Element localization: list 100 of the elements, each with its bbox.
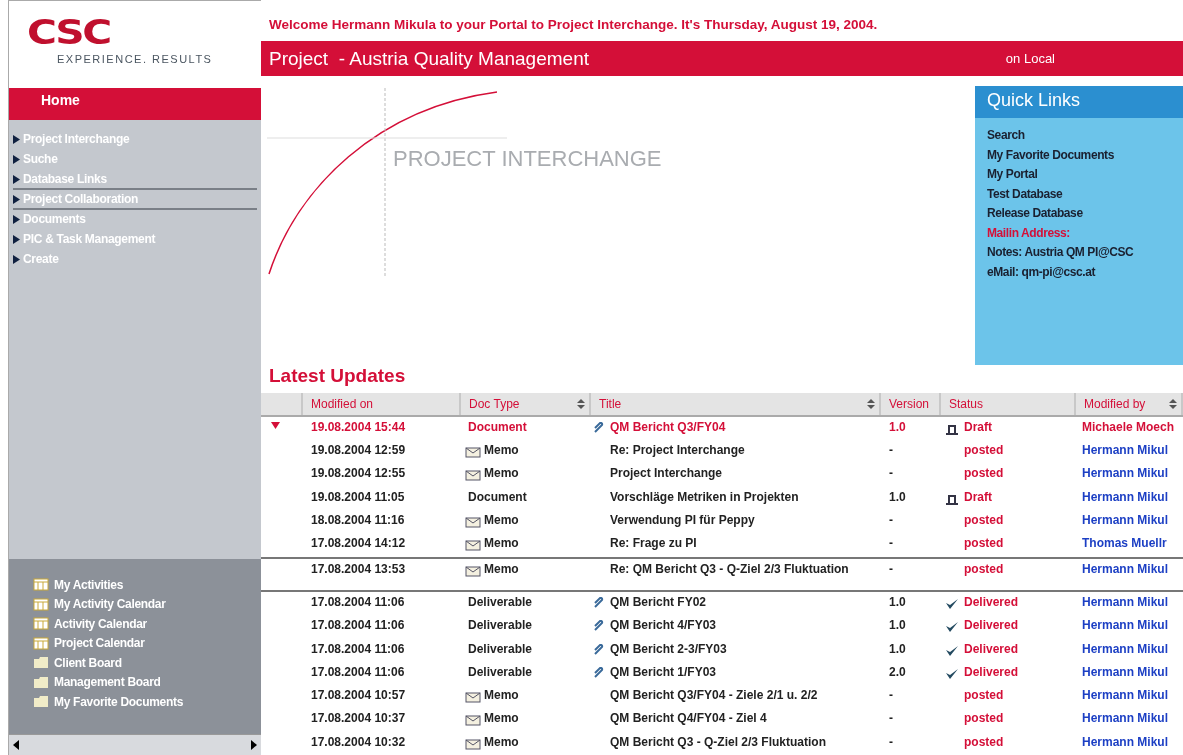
table-cell-text: 19.08.2004 12:55: [311, 465, 406, 483]
table-cell-text: Deliverable: [468, 640, 533, 658]
author-link[interactable]: Michaele Moech: [1082, 416, 1175, 437]
status-text: Draft: [964, 488, 992, 506]
table-row[interactable]: 19.08.2004 15:44 Document QM Bericht Q3/FY04 1.0 Draft Michaele Moech: [261, 416, 1183, 441]
welcome-message: Welcome Hermann Mikula to your Portal to Project Interchange. It's Thursday, August 19, 2004.: [268, 16, 879, 34]
status-text: Draft: [964, 418, 992, 436]
table-cell-text: 2.0: [889, 663, 906, 681]
table-row[interactable]: 17.08.2004 14:12 Memo Re: Frage zu PI - posted Thomas Muellr: [261, 533, 1183, 557]
document-link[interactable]: Re: Frage zu PI: [610, 533, 697, 554]
column-header[interactable]: Title: [591, 393, 881, 415]
document-link[interactable]: QM Bericht Q4/FY04 - Ziel 4: [610, 708, 767, 729]
calendar-icon: [33, 636, 49, 650]
author-link[interactable]: Hermann Mikul: [1082, 615, 1168, 636]
table-row[interactable]: 19.08.2004 12:55 Memo Project Interchange - posted Hermann Mikul: [261, 463, 1183, 487]
section-title: Latest Updates: [268, 365, 407, 389]
status-text: posted: [964, 733, 1004, 751]
table-row[interactable]: 17.08.2004 10:37 Memo QM Bericht Q4/FY04 - Ziel 4 - posted Hermann Mikul: [261, 708, 1183, 732]
envelope-icon: [465, 738, 481, 750]
table-row[interactable]: 17.08.2004 11:06 Deliverable QM Bericht 2-3/FY03 1.0 Delivered Hermann Mikul: [261, 638, 1183, 662]
document-link[interactable]: QM Bericht FY02: [610, 591, 707, 612]
paperclip-icon: [593, 620, 605, 633]
quick-link[interactable]: Test Database: [987, 184, 1171, 205]
sort-icon[interactable]: [577, 399, 585, 410]
author-link[interactable]: Hermann Mikul: [1082, 486, 1168, 507]
document-link[interactable]: Verwendung PI für Peppy: [610, 510, 755, 531]
quick-link[interactable]: My Favorite Documents: [987, 145, 1171, 166]
envelope-icon: [465, 715, 481, 727]
scroll-left-icon[interactable]: [13, 740, 19, 750]
table-cell-text: Memo: [484, 442, 519, 460]
quick-link[interactable]: My Portal: [987, 165, 1171, 185]
sort-icon[interactable]: [1169, 399, 1177, 410]
quick-links-title: Quick Links: [975, 86, 1183, 119]
table-row[interactable]: 17.08.2004 11:06 Deliverable QM Bericht 4/FY03 1.0 Delivered Hermann Mikul: [261, 615, 1183, 639]
table-cell-text: 1.0: [889, 418, 906, 436]
document-link[interactable]: Re: Project Interchange: [610, 440, 745, 461]
table-cell-text: -: [889, 687, 893, 705]
author-link[interactable]: Hermann Mikul: [1082, 708, 1168, 729]
author-link[interactable]: Thomas Muellr: [1082, 533, 1167, 554]
column-header[interactable]: Modified by: [1076, 393, 1183, 415]
document-link[interactable]: QM Bericht 4/FY03: [610, 615, 717, 636]
author-link[interactable]: Hermann Mikul: [1082, 638, 1168, 659]
table-cell-text: Document: [468, 488, 527, 506]
status-text: Delivered: [964, 617, 1019, 635]
selected-row[interactable]: 17.08.2004 13:53 Memo Re: QM Bericht Q3 - Q-Ziel 2/3 Fluktuation - posted Hermann Mikul: [261, 556, 1183, 592]
checkmark-icon: [945, 621, 959, 634]
paperclip-icon: [593, 666, 605, 679]
author-link[interactable]: Hermann Mikul: [1082, 440, 1168, 461]
folder-icon: [33, 695, 49, 709]
document-link[interactable]: QM Bericht 1/FY03: [610, 661, 717, 682]
table-cell-text: -: [889, 710, 893, 728]
document-link[interactable]: QM Bericht Q3/FY04 - Ziele 2/1 u. 2/2: [610, 685, 818, 706]
document-link[interactable]: QM Bericht 2-3/FY03: [610, 638, 727, 659]
document-link[interactable]: QM Bericht Q3 - Q-Ziel 2/3 Fluktuation: [610, 731, 827, 752]
envelope-icon: [465, 565, 481, 577]
author-link[interactable]: Hermann Mikul: [1082, 731, 1168, 752]
contact-text: eMail: qm-pi@csc.at: [987, 263, 1097, 281]
folder-icon: [33, 656, 49, 670]
author-link[interactable]: Hermann Mikul: [1082, 510, 1168, 531]
column-header[interactable]: Doc Type: [461, 393, 591, 415]
checkmark-icon: [945, 667, 959, 680]
document-link[interactable]: QM Bericht Q3/FY04: [610, 416, 726, 437]
table-cell-text: -: [889, 535, 893, 553]
author-link[interactable]: Hermann Mikul: [1082, 591, 1168, 612]
column-header[interactable]: Modified on: [303, 393, 461, 415]
table-row[interactable]: 19.08.2004 12:59 Memo Re: Project Interchange - posted Hermann Mikul: [261, 440, 1183, 464]
document-link[interactable]: Re: QM Bericht Q3 - Q-Ziel 2/3 Fluktuation: [610, 558, 849, 579]
envelope-icon: [465, 470, 481, 482]
table-cell-text: Memo: [484, 465, 519, 483]
table-row[interactable]: 19.08.2004 11:05 Document Vorschläge Metriken in Projekten 1.0 Draft Hermann Mikul: [261, 486, 1183, 511]
table-cell-text: Deliverable: [468, 593, 533, 611]
table-row[interactable]: 17.08.2004 10:32 Memo QM Bericht Q3 - Q-Ziel 2/3 Fluktuation - posted Hermann Mikul: [261, 731, 1183, 755]
column-header[interactable]: Version: [881, 393, 941, 415]
envelope-icon: [465, 447, 481, 459]
envelope-icon: [465, 692, 481, 704]
sort-icon[interactable]: [867, 399, 875, 410]
quick-link[interactable]: Search: [987, 126, 1171, 146]
author-link[interactable]: Hermann Mikul: [1082, 463, 1168, 484]
table-row[interactable]: 17.08.2004 11:06 Deliverable QM Bericht 1/FY03 2.0 Delivered Hermann Mikul: [261, 661, 1183, 686]
document-link[interactable]: Vorschläge Metriken in Projekten: [610, 486, 799, 507]
table-cell-text: Memo: [484, 535, 519, 553]
author-link[interactable]: Hermann Mikul: [1082, 558, 1168, 579]
scrollbar[interactable]: [9, 734, 261, 755]
checkmark-icon: [945, 644, 959, 657]
table-cell-text: 19.08.2004 12:59: [311, 442, 406, 460]
table-cell-text: Memo: [484, 560, 519, 578]
table-row[interactable]: 17.08.2004 10:57 Memo QM Bericht Q3/FY04 - Ziele 2/1 u. 2/2 - posted Hermann Mikul: [261, 685, 1183, 709]
column-header[interactable]: Status: [941, 393, 1076, 415]
table-cell-text: 17.08.2004 10:37: [311, 710, 406, 728]
home-link[interactable]: Home: [9, 88, 261, 120]
calendar-icon: [33, 597, 49, 611]
table-row[interactable]: 17.08.2004 11:06 Deliverable QM Bericht FY02 1.0 Delivered Hermann Mikul: [261, 591, 1183, 616]
status-text: Delivered: [964, 593, 1019, 611]
document-link[interactable]: Project Interchange: [610, 463, 723, 484]
author-link[interactable]: Hermann Mikul: [1082, 685, 1168, 706]
author-link[interactable]: Hermann Mikul: [1082, 661, 1168, 682]
scroll-right-icon[interactable]: [251, 740, 257, 750]
table-row[interactable]: 18.08.2004 11:16 Memo Verwendung PI für Peppy - posted Hermann Mikul: [261, 510, 1183, 534]
table-cell-text: 17.08.2004 14:12: [311, 535, 406, 553]
quick-link[interactable]: Release Database: [987, 204, 1171, 224]
